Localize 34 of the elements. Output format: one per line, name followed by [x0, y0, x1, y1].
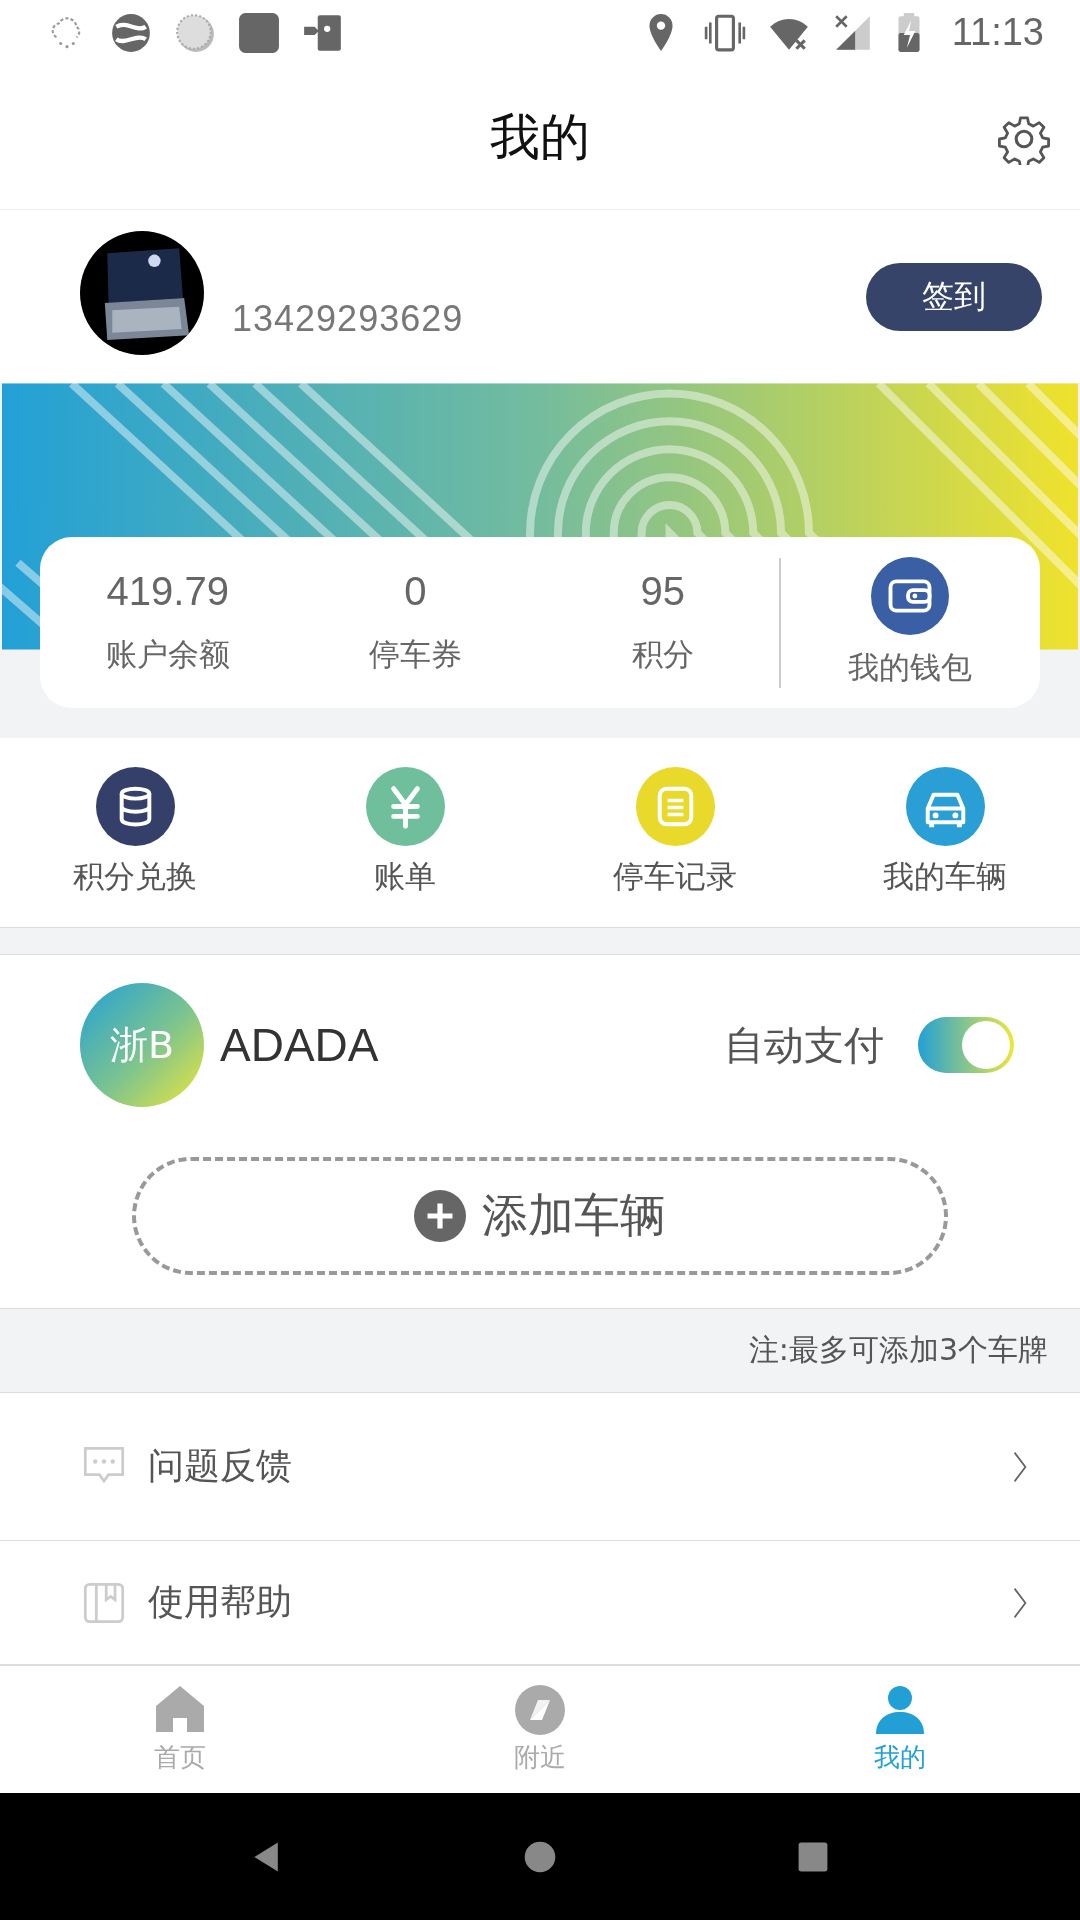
stat-value: 0: [404, 569, 427, 614]
database-icon[interactable]: [95, 767, 175, 846]
add-vehicle-button[interactable]: 添加车辆: [132, 1157, 948, 1275]
stat-label: 停车券: [368, 635, 462, 674]
shortcut-label[interactable]: 积分兑换: [73, 856, 197, 898]
stat-value: 419.79: [106, 569, 229, 614]
wallet-label[interactable]: 我的钱包: [848, 646, 973, 689]
phone-number: 13429293629: [232, 297, 465, 340]
menu-item[interactable]: 问题反馈: [0, 1393, 1080, 1541]
shortcut-label[interactable]: 停车记录: [613, 856, 737, 898]
swirl-icon: [110, 11, 152, 54]
stat-label: 账户余额: [105, 635, 230, 674]
status-time: 11:13: [951, 11, 1044, 54]
checkin-button[interactable]: 签到: [866, 262, 1042, 331]
auto-pay-label: 自动支付: [724, 1020, 884, 1070]
note-text: 注:最多可添加3个车牌: [748, 1331, 1048, 1369]
compass-icon: [514, 1684, 566, 1736]
square-icon: [238, 11, 280, 54]
page-title: 我的: [490, 106, 590, 168]
shortcut-label[interactable]: 账单: [374, 856, 436, 898]
menu-label: 使用帮助: [148, 1580, 293, 1624]
menu-item[interactable]: 使用帮助: [0, 1541, 1080, 1665]
stat-label: 积分: [631, 635, 694, 674]
car-icon[interactable]: [905, 767, 985, 846]
person-icon: [874, 1684, 926, 1736]
auto-pay-toggle[interactable]: [918, 1017, 1014, 1073]
stat-value: 95: [640, 569, 686, 614]
menu-label: 问题反馈: [148, 1444, 293, 1488]
plate-badge: 浙B: [80, 983, 204, 1107]
shortcut-label[interactable]: 我的车辆: [883, 856, 1007, 898]
book-icon: [82, 1580, 126, 1625]
plus-icon: [414, 1190, 466, 1242]
plate-number: ADADA: [220, 1018, 380, 1072]
wallet-icon[interactable]: [871, 556, 950, 635]
